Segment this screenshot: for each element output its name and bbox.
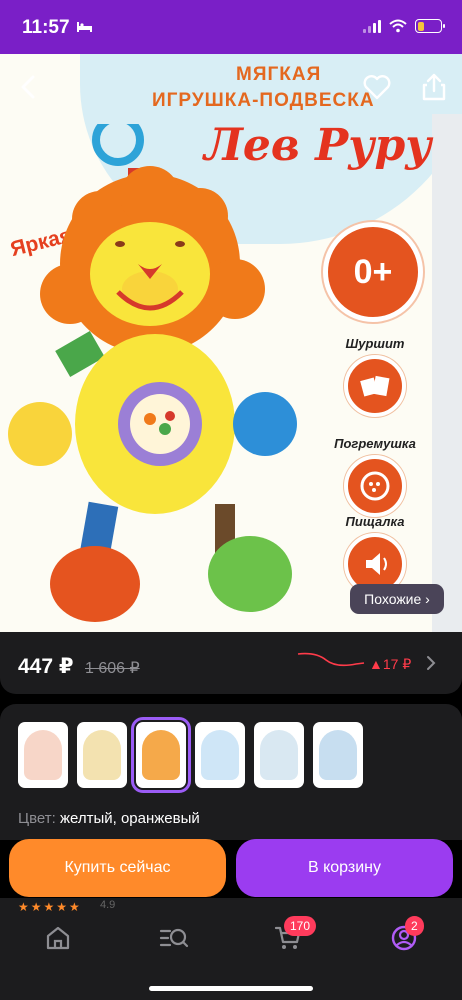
catalog-search-icon[interactable] xyxy=(158,924,190,952)
rustle-icon xyxy=(344,355,406,417)
variant-thumb-image xyxy=(201,730,239,780)
home-icon[interactable] xyxy=(44,924,72,952)
variant-thumb-image xyxy=(260,730,298,780)
lion-toy-illustration xyxy=(8,124,297,622)
back-icon[interactable] xyxy=(14,72,44,102)
feature-label: Шуршит xyxy=(345,336,405,351)
color-value: желтый, оранжевый xyxy=(59,810,200,827)
age-badge: 0+ xyxy=(323,222,423,322)
feature-rustle: Шуршит xyxy=(330,336,420,417)
home-indicator xyxy=(149,986,313,991)
variant-thumb-image xyxy=(319,730,357,780)
color-label: Цвет: xyxy=(18,810,56,827)
variant-thumb-1[interactable] xyxy=(18,722,68,788)
promo-title-line2: ИГРУШКА-ПОДВЕСКА xyxy=(152,90,375,111)
variant-gallery: Цвет: желтый, оранжевый xyxy=(0,704,462,840)
bed-icon xyxy=(77,22,92,32)
share-icon[interactable] xyxy=(420,72,448,102)
similar-label: Похожие › xyxy=(364,591,430,607)
variant-thumb-3-selected[interactable] xyxy=(131,717,191,793)
feature-squeaker: Пищалка xyxy=(330,514,420,595)
variant-thumb-4[interactable] xyxy=(195,722,245,788)
chevron-right-icon[interactable] xyxy=(424,654,438,672)
price-old: 1 606 ₽ xyxy=(85,660,140,677)
rating-stars: ★★★★★ xyxy=(18,900,82,912)
price-change: ▲17 ₽ xyxy=(369,656,412,672)
heart-icon[interactable] xyxy=(362,72,392,102)
price-current: 447 ₽ xyxy=(18,655,74,678)
battery-icon xyxy=(415,19,445,33)
cart-badge: 170 xyxy=(284,916,317,936)
feature-label: Пищалка xyxy=(345,514,405,529)
profile-badge: 2 xyxy=(405,916,424,936)
variant-thumb-image xyxy=(142,730,180,780)
price-bar[interactable]: 447 ₽ 1 606 ₽ ▲17 ₽ xyxy=(0,632,462,694)
promo-title-line1: МЯГКАЯ xyxy=(236,64,322,85)
rattle-icon xyxy=(344,455,406,517)
feature-label: Погремушка xyxy=(334,436,416,451)
price-trend-sparkline xyxy=(297,652,365,667)
buy-now-button[interactable]: Купить сейчас xyxy=(9,839,226,897)
add-to-cart-button[interactable]: В корзину xyxy=(236,839,453,897)
product-image[interactable]: МЯГКАЯ ИГРУШКА-ПОДВЕСКА Лев Руру Яркая! … xyxy=(0,54,462,632)
rating-strip: ★★★★★ 4.9 xyxy=(0,898,462,912)
similar-button[interactable]: Похожие › xyxy=(350,584,444,614)
status-bar: 11:57 xyxy=(0,0,462,54)
feature-rattle: Погремушка xyxy=(330,436,420,517)
status-time: 11:57 xyxy=(22,17,70,38)
color-info: Цвет: желтый, оранжевый xyxy=(18,810,200,827)
add-to-cart-label: В корзину xyxy=(307,859,382,876)
wifi-icon xyxy=(389,19,407,33)
variant-thumb-5[interactable] xyxy=(254,722,304,788)
variant-thumb-2[interactable] xyxy=(77,722,127,788)
buy-now-label: Купить сейчас xyxy=(64,859,171,876)
image-next-preview xyxy=(432,114,462,632)
variant-thumb-6[interactable] xyxy=(313,722,363,788)
variant-thumb-image xyxy=(24,730,62,780)
signal-icon xyxy=(363,19,381,33)
rating-value: 4.9 xyxy=(100,899,116,911)
variant-thumb-image xyxy=(83,730,121,780)
